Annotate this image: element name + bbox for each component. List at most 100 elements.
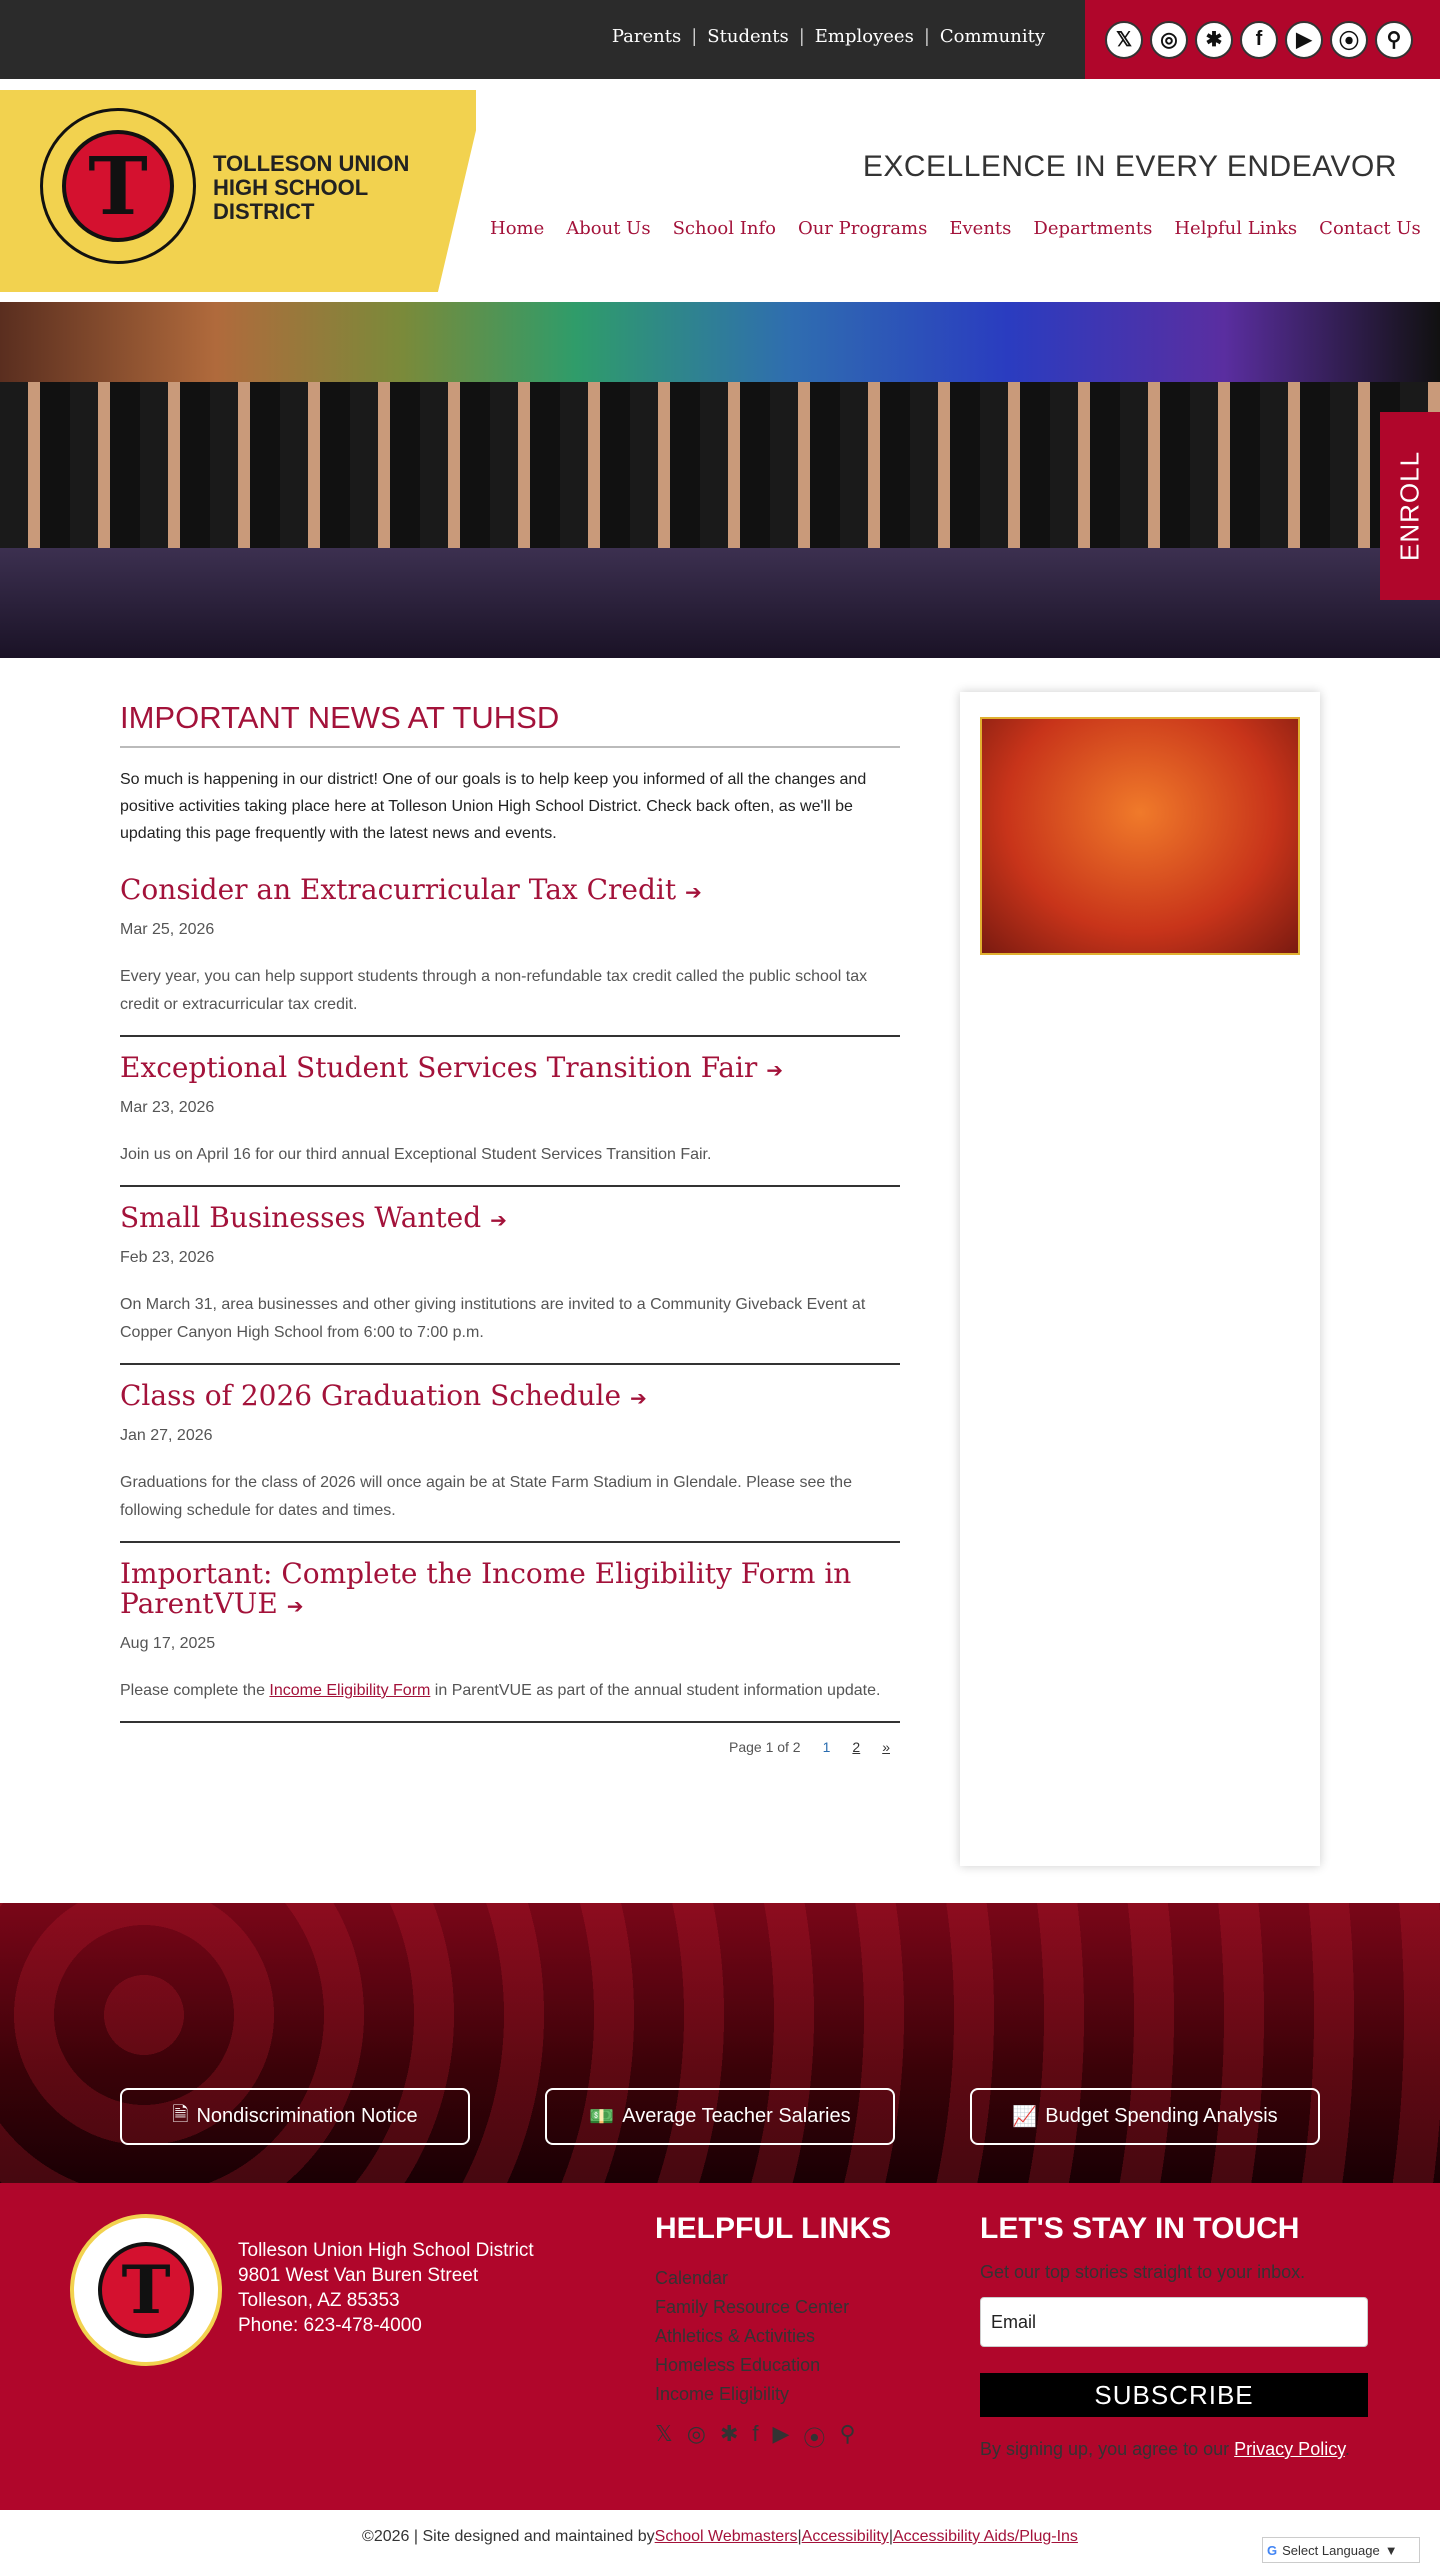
link-parents[interactable]: Parents (612, 26, 681, 47)
link-students[interactable]: Students (707, 26, 788, 47)
footer-link-homeless-education[interactable]: Homeless Education (655, 2351, 891, 2380)
news-summary: Join us on April 16 for our third annual… (120, 1146, 712, 1163)
hero-stage (0, 548, 1440, 658)
podcast-icon[interactable]: ⦿ (1330, 20, 1368, 59)
dropdown-arrow-icon: ▼ (1384, 2542, 1398, 2558)
news-title[interactable]: Exceptional Student Services Transition … (120, 1053, 900, 1085)
news-item: Important: Complete the Income Eligibili… (120, 1559, 900, 1723)
button-label: Budget Spending Analysis (1045, 2105, 1278, 2127)
copyright: ©2026 | Site designed and maintained by (362, 2528, 655, 2545)
page-1[interactable]: 1 (823, 1739, 831, 1755)
dance-performance-image[interactable] (980, 717, 1300, 955)
search-icon[interactable]: ⚲ (1375, 20, 1413, 59)
bottom-bar: ©2026 | Site designed and maintained by … (0, 2510, 1440, 2569)
news-item: Consider an Extracurricular Tax Credit ➔… (120, 875, 900, 1037)
nav-contact-us[interactable]: Contact Us (1319, 218, 1421, 239)
news-title-text[interactable]: Exceptional Student Services Transition … (120, 1051, 757, 1084)
footer-seal-logo: T (70, 2214, 222, 2366)
news-item: Exceptional Student Services Transition … (120, 1053, 900, 1187)
arrow-right-icon: ➔ (490, 1208, 507, 1232)
footer-address: Tolleson Union High School District 9801… (238, 2238, 534, 2338)
page-label: Page 1 of 2 (728, 1739, 801, 1755)
address-line: 9801 West Van Buren Street (238, 2265, 479, 2286)
next-page[interactable]: » (882, 1739, 890, 1755)
footer-social: 𝕏 ◎ ✱ f ▶ ⦿ ⚲ (655, 2421, 891, 2453)
podcast-icon[interactable]: ⦿ (803, 2421, 825, 2453)
address-line: Tolleson, AZ 85353 (238, 2290, 400, 2311)
intro-text: So much is happening in our district! On… (120, 771, 867, 842)
language-label: Select Language (1282, 2542, 1380, 2558)
privacy-policy-link[interactable]: Privacy Policy (1234, 2439, 1345, 2459)
separator: | (691, 26, 698, 47)
nondiscrimination-notice-button[interactable]: 🗎 Nondiscrimination Notice (120, 2088, 470, 2145)
news-title[interactable]: Small Businesses Wanted ➔ (120, 1203, 900, 1235)
news-section: IMPORTANT NEWS AT TUHSD So much is happe… (120, 700, 900, 1755)
average-teacher-salaries-button[interactable]: 💵 Average Teacher Salaries (545, 2088, 895, 2145)
nav-departments[interactable]: Departments (1033, 218, 1152, 239)
facebook-icon[interactable]: f (752, 2421, 758, 2453)
arrow-right-icon: ➔ (685, 880, 702, 904)
footer-link-calendar[interactable]: Calendar (655, 2264, 891, 2293)
enroll-tab[interactable]: ENROLL (1380, 412, 1440, 600)
facebook-icon[interactable]: f (1240, 20, 1278, 59)
news-summary: Please complete the Income Eligibility F… (120, 1677, 900, 1705)
footer-link-family-resource-center[interactable]: Family Resource Center (655, 2293, 891, 2322)
footer-link-income-eligibility[interactable]: Income Eligibility (655, 2380, 891, 2409)
privacy-notice: By signing up, you agree to our Privacy … (980, 2439, 1368, 2460)
address-line: Tolleson Union High School District (238, 2240, 534, 2261)
pagination: Page 1 of 2 1 2 » (120, 1739, 900, 1755)
phone: Phone: 623-478-4000 (238, 2315, 422, 2336)
email-input[interactable]: Email (980, 2297, 1368, 2347)
social-bar: 𝕏 ◎ ✱ f ▶ ⦿ ⚲ (1085, 0, 1440, 79)
news-date: Jan 27, 2026 (120, 1427, 213, 1444)
district-name[interactable]: TOLLESON UNION HIGH SCHOOL DISTRICT (213, 152, 443, 224)
news-summary: Every year, you can help support student… (120, 968, 868, 1013)
news-title[interactable]: Consider an Extracurricular Tax Credit ➔ (120, 875, 900, 907)
news-title[interactable]: Class of 2026 Graduation Schedule ➔ (120, 1381, 900, 1413)
newsletter-heading: LET'S STAY IN TOUCH (980, 2212, 1300, 2245)
linktree-icon[interactable]: ✱ (720, 2421, 738, 2453)
nav-about-us[interactable]: About Us (566, 218, 650, 239)
news-title-text[interactable]: Small Businesses Wanted (120, 1201, 481, 1234)
nav-our-programs[interactable]: Our Programs (798, 218, 927, 239)
accessibility-aids-link[interactable]: Accessibility Aids/Plug-Ins (893, 2528, 1078, 2569)
nav-home[interactable]: Home (490, 218, 544, 239)
district-seal-logo[interactable]: T (40, 108, 196, 264)
youtube-icon[interactable]: ▶ (773, 2421, 790, 2453)
money-icon: 💵 (589, 2106, 615, 2128)
news-title-text[interactable]: Consider an Extracurricular Tax Credit (120, 873, 676, 906)
footer-link-athletics[interactable]: Athletics & Activities (655, 2322, 891, 2351)
nav-events[interactable]: Events (949, 218, 1011, 239)
news-summary: On March 31, area businesses and other g… (120, 1296, 866, 1341)
youtube-icon[interactable]: ▶ (1285, 20, 1323, 59)
news-title-text[interactable]: Important: Complete the Income Eligibili… (120, 1557, 851, 1620)
accessibility-link[interactable]: Accessibility (802, 2528, 889, 2569)
search-icon[interactable]: ⚲ (839, 2421, 855, 2453)
document-icon: 🗎 (172, 2103, 189, 2126)
nav-school-info[interactable]: School Info (673, 218, 776, 239)
summary-text: in ParentVUE as part of the annual stude… (430, 1682, 881, 1699)
link-employees[interactable]: Employees (815, 26, 914, 47)
budget-spending-analysis-button[interactable]: 📈 Budget Spending Analysis (970, 2088, 1320, 2145)
income-eligibility-form-link[interactable]: Income Eligibility Form (269, 1682, 430, 1699)
hero-image (0, 302, 1440, 658)
news-summary: Graduations for the class of 2026 will o… (120, 1474, 852, 1519)
button-label: Nondiscrimination Notice (196, 2105, 418, 2127)
page-2[interactable]: 2 (852, 1739, 860, 1755)
news-title-text[interactable]: Class of 2026 Graduation Schedule (120, 1379, 621, 1412)
tagline: EXCELLENCE IN EVERY ENDEAVOR (862, 150, 1397, 183)
google-icon: G (1267, 2542, 1278, 2558)
language-selector[interactable]: G Select Language ▼ (1262, 2537, 1420, 2563)
link-community[interactable]: Community (940, 26, 1045, 47)
instagram-icon[interactable]: ◎ (687, 2421, 706, 2453)
school-webmasters-link[interactable]: School Webmasters (655, 2528, 798, 2569)
news-date: Feb 23, 2026 (120, 1249, 215, 1266)
x-icon[interactable]: 𝕏 (1105, 20, 1143, 59)
news-date: Aug 17, 2025 (120, 1635, 216, 1652)
x-icon[interactable]: 𝕏 (655, 2421, 673, 2453)
news-title[interactable]: Important: Complete the Income Eligibili… (120, 1559, 900, 1621)
instagram-icon[interactable]: ◎ (1150, 20, 1188, 59)
subscribe-button[interactable]: SUBSCRIBE (980, 2373, 1368, 2417)
linktree-icon[interactable]: ✱ (1195, 20, 1233, 59)
nav-helpful-links[interactable]: Helpful Links (1174, 218, 1297, 239)
